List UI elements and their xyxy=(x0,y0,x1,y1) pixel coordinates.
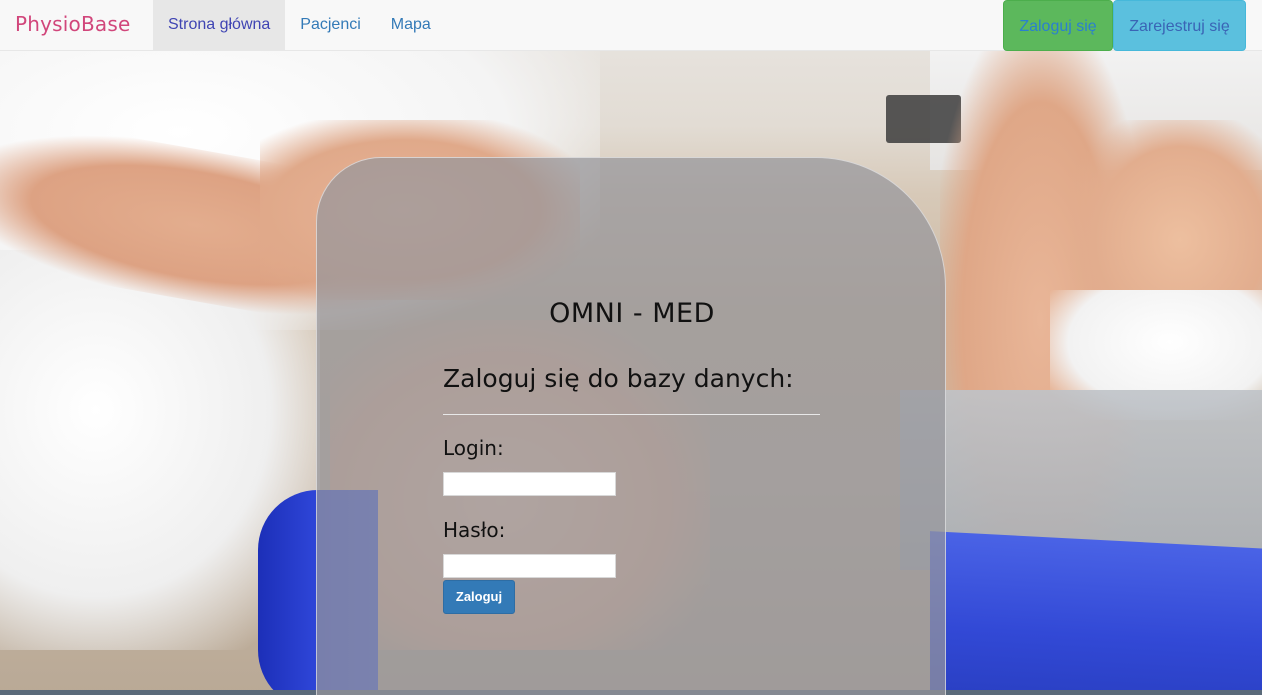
password-input[interactable] xyxy=(443,554,616,578)
nav-links: Strona główna Pacjenci Mapa xyxy=(153,0,446,50)
password-label: Hasło: xyxy=(443,518,506,542)
login-label: Login: xyxy=(443,436,504,460)
submit-login-button[interactable]: Zaloguj xyxy=(443,580,515,614)
login-panel: OMNI - MED Zaloguj się do bazy danych: L… xyxy=(316,157,946,695)
panel-title: OMNI - MED xyxy=(549,298,715,329)
nav-item-home[interactable]: Strona główna xyxy=(153,0,286,50)
login-button[interactable]: Zaloguj się xyxy=(1003,0,1113,51)
nav-item-map[interactable]: Mapa xyxy=(376,0,446,50)
register-button[interactable]: Zarejestruj się xyxy=(1113,0,1246,51)
divider xyxy=(443,414,820,415)
login-heading: Zaloguj się do bazy danych: xyxy=(443,364,794,393)
top-navbar: PhysioBase Strona główna Pacjenci Mapa Z… xyxy=(0,0,1262,51)
brand-logo[interactable]: PhysioBase xyxy=(15,0,131,51)
page: PhysioBase Strona główna Pacjenci Mapa Z… xyxy=(0,0,1262,695)
nav-item-patients[interactable]: Pacjenci xyxy=(285,0,375,50)
login-input[interactable] xyxy=(443,472,616,496)
